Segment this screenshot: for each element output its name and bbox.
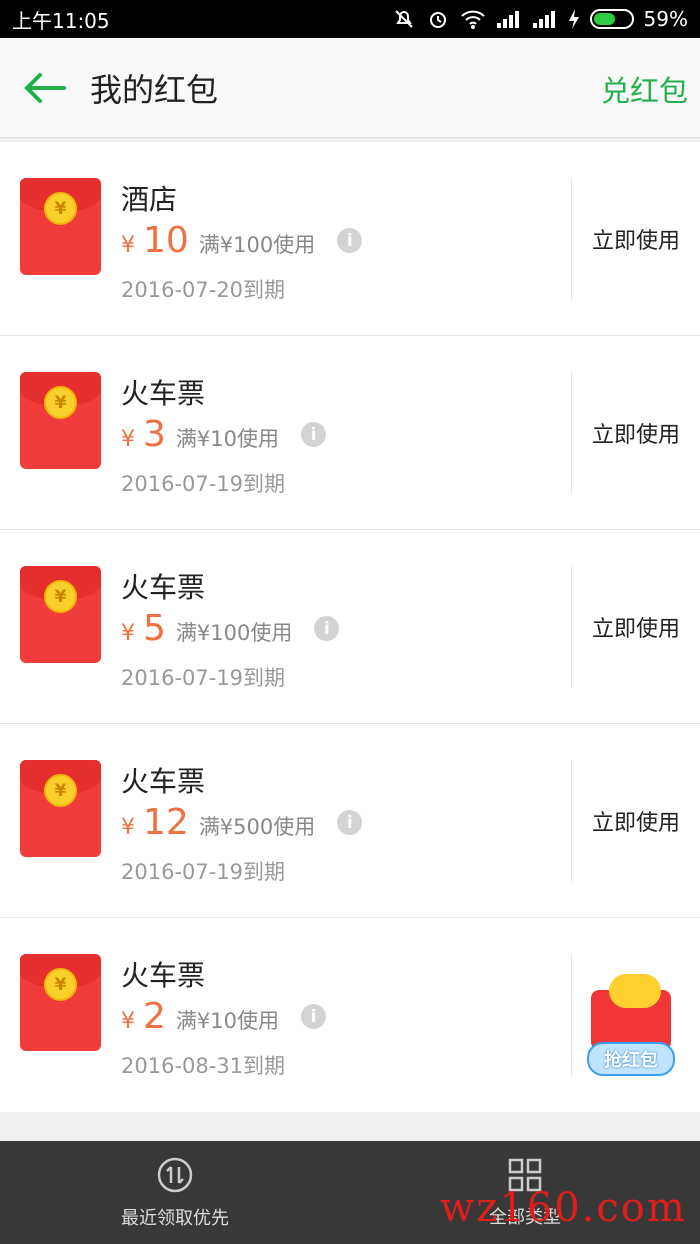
app-header: 我的红包 兑红包 bbox=[0, 38, 700, 138]
item-name: 火车票 bbox=[121, 765, 206, 798]
back-button[interactable] bbox=[0, 38, 90, 138]
grab-redpacket-button[interactable]: 抢红包 bbox=[585, 970, 681, 1078]
back-arrow-icon bbox=[24, 72, 66, 103]
item-condition: 满¥500使用 bbox=[198, 815, 316, 839]
item-amount: 2 bbox=[143, 996, 166, 1037]
use-now-button[interactable]: 立即使用 bbox=[571, 372, 700, 494]
item-price: ¥ 12 满¥500使用 i bbox=[121, 802, 363, 843]
item-condition: 满¥10使用 bbox=[175, 427, 279, 451]
charging-icon bbox=[568, 8, 580, 30]
item-expire: 2016-07-19到期 bbox=[121, 860, 286, 884]
gold-coins-icon bbox=[609, 974, 661, 1008]
use-now-button[interactable]: 立即使用 bbox=[571, 760, 700, 882]
red-envelope-icon: ¥ bbox=[20, 566, 101, 663]
item-name: 火车票 bbox=[121, 377, 206, 410]
signal-icon bbox=[532, 9, 558, 29]
info-icon[interactable]: i bbox=[301, 422, 326, 447]
list-item[interactable]: ¥ 火车票 ¥ 3 满¥10使用 i 2016-07-19到期 立即使用 bbox=[0, 336, 700, 530]
red-envelope-icon: ¥ bbox=[20, 760, 101, 857]
list-item[interactable]: ¥ 火车票 ¥ 12 满¥500使用 i 2016-07-19到期 立即使用 bbox=[0, 724, 700, 918]
item-expire: 2016-07-20到期 bbox=[121, 278, 286, 302]
mute-icon bbox=[392, 7, 416, 31]
info-icon[interactable]: i bbox=[314, 616, 340, 641]
red-envelope-icon: ¥ bbox=[20, 178, 101, 275]
page-title: 我的红包 bbox=[90, 70, 219, 109]
battery-level: 59% bbox=[643, 7, 688, 31]
item-expire: 2016-07-19到期 bbox=[121, 666, 286, 690]
item-price: ¥ 10 满¥100使用 i bbox=[121, 220, 363, 261]
list-item[interactable]: ¥ 火车票 ¥ 5 满¥100使用 i 2016-07-19到期 立即使用 bbox=[0, 530, 700, 724]
item-price: ¥ 5 满¥100使用 i bbox=[121, 608, 340, 649]
item-condition: 满¥100使用 bbox=[198, 233, 316, 257]
item-expire: 2016-08-31到期 bbox=[121, 1054, 286, 1078]
currency-symbol: ¥ bbox=[121, 427, 135, 452]
item-amount: 5 bbox=[143, 608, 166, 649]
item-expire: 2016-07-19到期 bbox=[121, 472, 286, 496]
item-name: 酒店 bbox=[121, 183, 178, 216]
status-icons: 59% bbox=[392, 7, 688, 31]
redeem-button[interactable]: 兑红包 bbox=[601, 68, 688, 110]
signal-icon bbox=[496, 9, 522, 29]
sort-icon bbox=[157, 1157, 193, 1192]
currency-symbol: ¥ bbox=[121, 621, 135, 646]
currency-symbol: ¥ bbox=[121, 1009, 135, 1034]
item-price: ¥ 2 满¥10使用 i bbox=[121, 996, 326, 1037]
info-icon[interactable]: i bbox=[337, 810, 363, 835]
item-amount: 12 bbox=[143, 802, 189, 843]
item-amount: 3 bbox=[143, 414, 166, 455]
item-name: 火车票 bbox=[121, 571, 206, 604]
watermark: wz160.com bbox=[440, 1185, 687, 1231]
use-now-button[interactable]: 立即使用 bbox=[571, 566, 700, 688]
item-price: ¥ 3 满¥10使用 i bbox=[121, 414, 326, 455]
item-name: 火车票 bbox=[121, 959, 206, 992]
item-condition: 满¥100使用 bbox=[175, 621, 293, 645]
red-envelope-icon: ¥ bbox=[20, 372, 101, 469]
grab-label: 抢红包 bbox=[587, 1042, 675, 1076]
currency-symbol: ¥ bbox=[121, 233, 135, 258]
wifi-icon bbox=[460, 8, 486, 30]
tab-recent-first[interactable]: 最近领取优先 bbox=[0, 1141, 350, 1244]
currency-symbol: ¥ bbox=[121, 815, 135, 840]
list-item[interactable]: ¥ 酒店 ¥ 10 满¥100使用 i 2016-07-20到期 立即使用 bbox=[0, 142, 700, 336]
alarm-icon bbox=[426, 7, 450, 31]
red-envelope-icon: ¥ bbox=[20, 954, 101, 1051]
item-amount: 10 bbox=[143, 220, 189, 261]
info-icon[interactable]: i bbox=[337, 228, 363, 253]
use-now-button[interactable]: 立即使用 bbox=[571, 178, 700, 300]
info-icon[interactable]: i bbox=[301, 1004, 326, 1029]
tab-label: 最近领取优先 bbox=[121, 1207, 229, 1229]
status-time: 上午11:05 bbox=[12, 8, 110, 33]
battery-icon bbox=[589, 9, 634, 29]
item-condition: 满¥10使用 bbox=[175, 1009, 279, 1033]
status-bar: 上午11:05 59% bbox=[0, 0, 700, 38]
redpacket-list: ¥ 酒店 ¥ 10 满¥100使用 i 2016-07-20到期 立即使用 ¥ … bbox=[0, 142, 700, 1112]
